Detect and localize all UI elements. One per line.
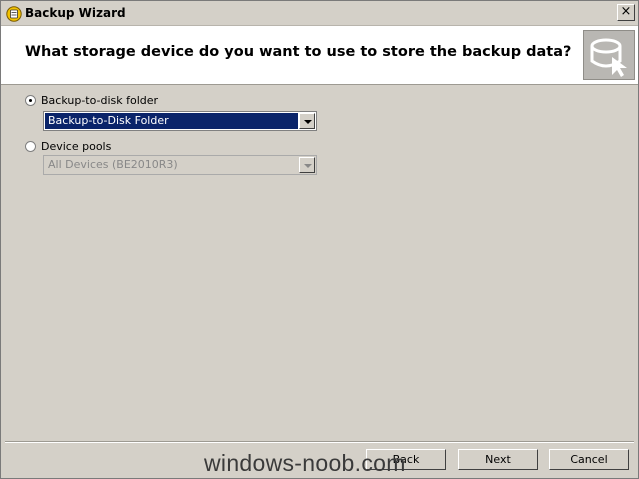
chevron-down-icon[interactable] <box>299 157 315 173</box>
title-bar[interactable]: Backup Wizard × <box>1 1 638 26</box>
chevron-down-icon[interactable] <box>299 113 315 129</box>
watermark-text: windows-noob.com <box>204 450 406 476</box>
backup-to-disk-label: Backup-to-disk folder <box>41 94 159 107</box>
page-title: What storage device do you want to use t… <box>25 44 572 60</box>
close-icon: × <box>620 4 632 19</box>
device-pools-label: Device pools <box>41 140 112 153</box>
device-pools-select[interactable]: All Devices (BE2010R3) <box>43 155 317 175</box>
backup-to-disk-folder-select[interactable]: Backup-to-Disk Folder <box>43 111 317 131</box>
footer-divider <box>5 441 634 443</box>
wizard-header: What storage device do you want to use t… <box>1 26 638 85</box>
cancel-button[interactable]: Cancel <box>549 449 629 470</box>
backup-app-icon <box>6 6 22 22</box>
backup-wizard-window: Backup Wizard × What storage device do y… <box>0 0 639 479</box>
storage-device-icon <box>583 30 635 80</box>
window-title: Backup Wizard <box>25 6 126 20</box>
backup-to-disk-radio[interactable] <box>25 95 36 106</box>
device-pools-radio[interactable] <box>25 141 36 152</box>
close-button[interactable]: × <box>617 4 635 21</box>
backup-to-disk-folder-value: Backup-to-Disk Folder <box>45 113 298 129</box>
device-pools-value: All Devices (BE2010R3) <box>48 158 178 171</box>
next-button[interactable]: Next <box>458 449 538 470</box>
